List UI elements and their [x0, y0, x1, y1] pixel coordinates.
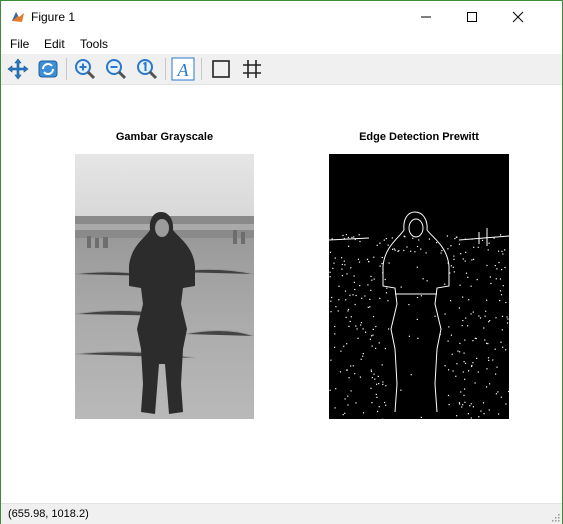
- text-tool-button[interactable]: A: [171, 57, 195, 81]
- zoom-reset-button[interactable]: [135, 57, 159, 81]
- close-icon: [512, 11, 524, 23]
- grayscale-image[interactable]: [75, 154, 254, 419]
- pan-icon: [7, 58, 29, 80]
- rotate-icon: [38, 60, 58, 78]
- right-axes-title: Edge Detection Prewitt: [359, 131, 479, 143]
- figure-canvas[interactable]: Gambar Grayscale Edge Detection Prewitt: [1, 85, 562, 503]
- zoom-out-button[interactable]: [104, 57, 128, 81]
- svg-text:A: A: [177, 60, 190, 80]
- menu-file[interactable]: File: [10, 37, 29, 51]
- minimize-button[interactable]: [403, 1, 449, 33]
- title-bar[interactable]: Figure 1: [1, 1, 562, 33]
- toolbar-separator: [165, 58, 166, 80]
- close-button[interactable]: [495, 1, 541, 33]
- matlab-app-icon: [12, 12, 24, 22]
- zoom-out-icon: [106, 59, 127, 80]
- grid-button[interactable]: [240, 57, 264, 81]
- menu-edit[interactable]: Edit: [44, 37, 65, 51]
- menu-tools[interactable]: Tools: [80, 37, 108, 51]
- zoom-in-icon: [75, 59, 96, 80]
- text-tool-icon: A: [171, 57, 195, 81]
- rectangle-button[interactable]: [209, 57, 233, 81]
- zoom-reset-icon: [137, 59, 158, 80]
- status-bar: (655.98, 1018.2): [1, 503, 562, 524]
- maximize-icon: [467, 12, 477, 22]
- edge-detection-image[interactable]: [329, 154, 509, 419]
- toolbar-separator: [201, 58, 202, 80]
- figure-window: Figure 1 File Edit Tools A Gambar Graysc…: [0, 0, 563, 524]
- resize-grip-icon[interactable]: [550, 512, 560, 522]
- left-axes-title: Gambar Grayscale: [115, 131, 214, 143]
- rotate-button[interactable]: [36, 57, 60, 81]
- toolbar-separator: [66, 58, 67, 80]
- pan-button[interactable]: [6, 57, 30, 81]
- toolbar: A: [1, 54, 562, 85]
- maximize-button[interactable]: [449, 1, 495, 33]
- minimize-icon: [421, 16, 431, 18]
- menu-bar: File Edit Tools: [1, 33, 562, 53]
- zoom-in-button[interactable]: [73, 57, 97, 81]
- cursor-coordinates: (655.98, 1018.2): [8, 508, 89, 520]
- grid-icon: [243, 60, 261, 78]
- window-title: Figure 1: [31, 10, 76, 24]
- rectangle-icon: [212, 60, 230, 78]
